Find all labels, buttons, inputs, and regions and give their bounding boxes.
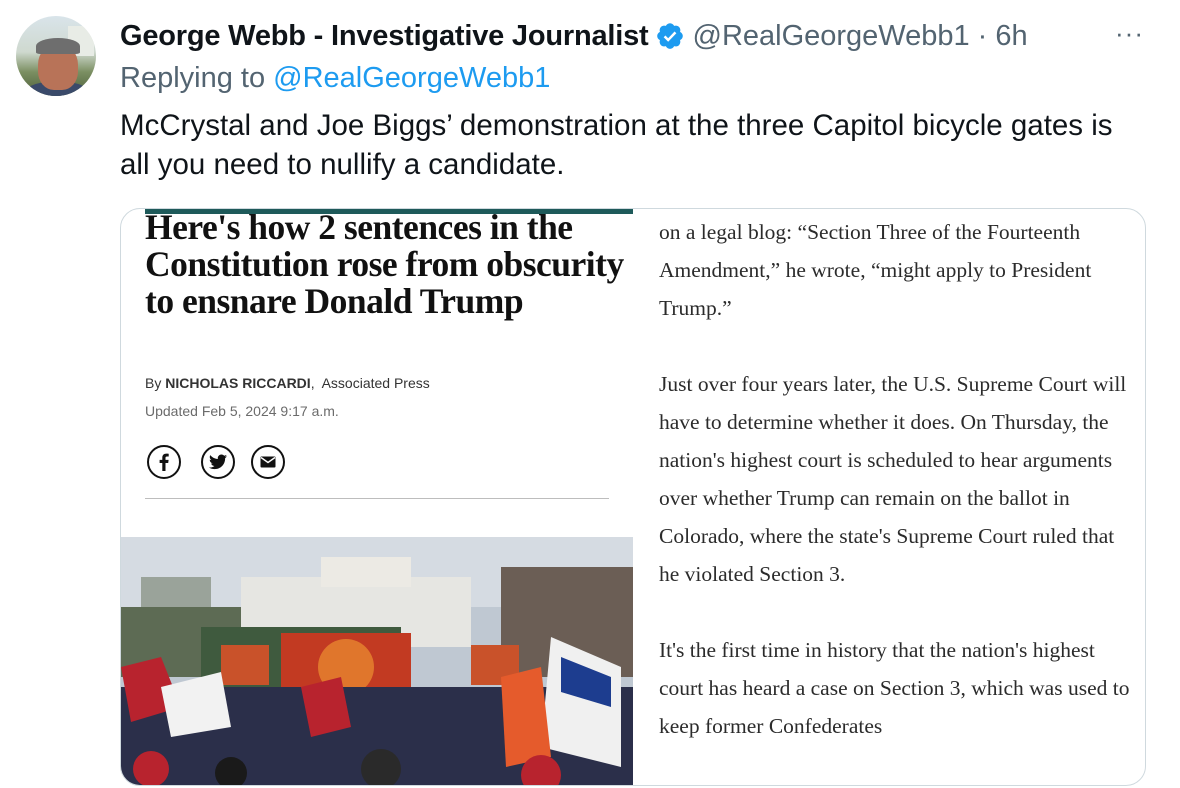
article-left-column: Here's how 2 sentences in the Constituti… [121,208,633,785]
article-body: on a legal blog: “Section Three of the F… [659,213,1139,783]
separator-dot: · [977,19,988,52]
byline-outlet: Associated Press [321,375,430,391]
facebook-icon [147,445,181,479]
author-handle[interactable]: @RealGeorgeWebb1 [693,20,970,53]
twitter-icon [201,445,235,479]
replying-to: Replying to @RealGeorgeWebb1 [120,62,550,95]
tweet-header: George Webb - Investigative Journalist @… [120,16,1028,56]
byline-prefix: By [145,375,162,391]
replying-prefix: Replying to [120,62,266,94]
email-icon [251,445,285,479]
article-updated: Updated Feb 5, 2024 9:17 a.m. [145,403,339,419]
article-divider [145,498,609,499]
article-byline: By NICHOLAS RICCARDI, Associated Press [145,375,430,391]
article-paragraph-1: on a legal blog: “Section Three of the F… [659,220,1092,320]
author-name[interactable]: George Webb - Investigative Journalist [120,20,649,53]
article-paragraph-2: Just over four years later, the U.S. Sup… [659,372,1127,586]
author-avatar[interactable] [16,16,96,96]
rally-photo [121,537,633,785]
byline-separator: , [310,375,315,391]
byline-author: NICHOLAS RICCARDI [165,375,311,391]
attached-image[interactable]: Here's how 2 sentences in the Constituti… [120,208,1146,786]
article-paragraph-3: It's the first time in history that the … [659,638,1130,738]
more-options-icon[interactable]: ··· [1115,18,1144,48]
verified-badge-icon[interactable] [655,21,685,51]
tweet-time[interactable]: 6h [995,20,1027,53]
replying-handle-link[interactable]: @RealGeorgeWebb1 [273,62,550,94]
avatar-hair [36,38,80,54]
article-headline: Here's how 2 sentences in the Constituti… [145,208,624,321]
tweet-text: McCrystal and Joe Biggs’ demonstration a… [120,109,1113,181]
